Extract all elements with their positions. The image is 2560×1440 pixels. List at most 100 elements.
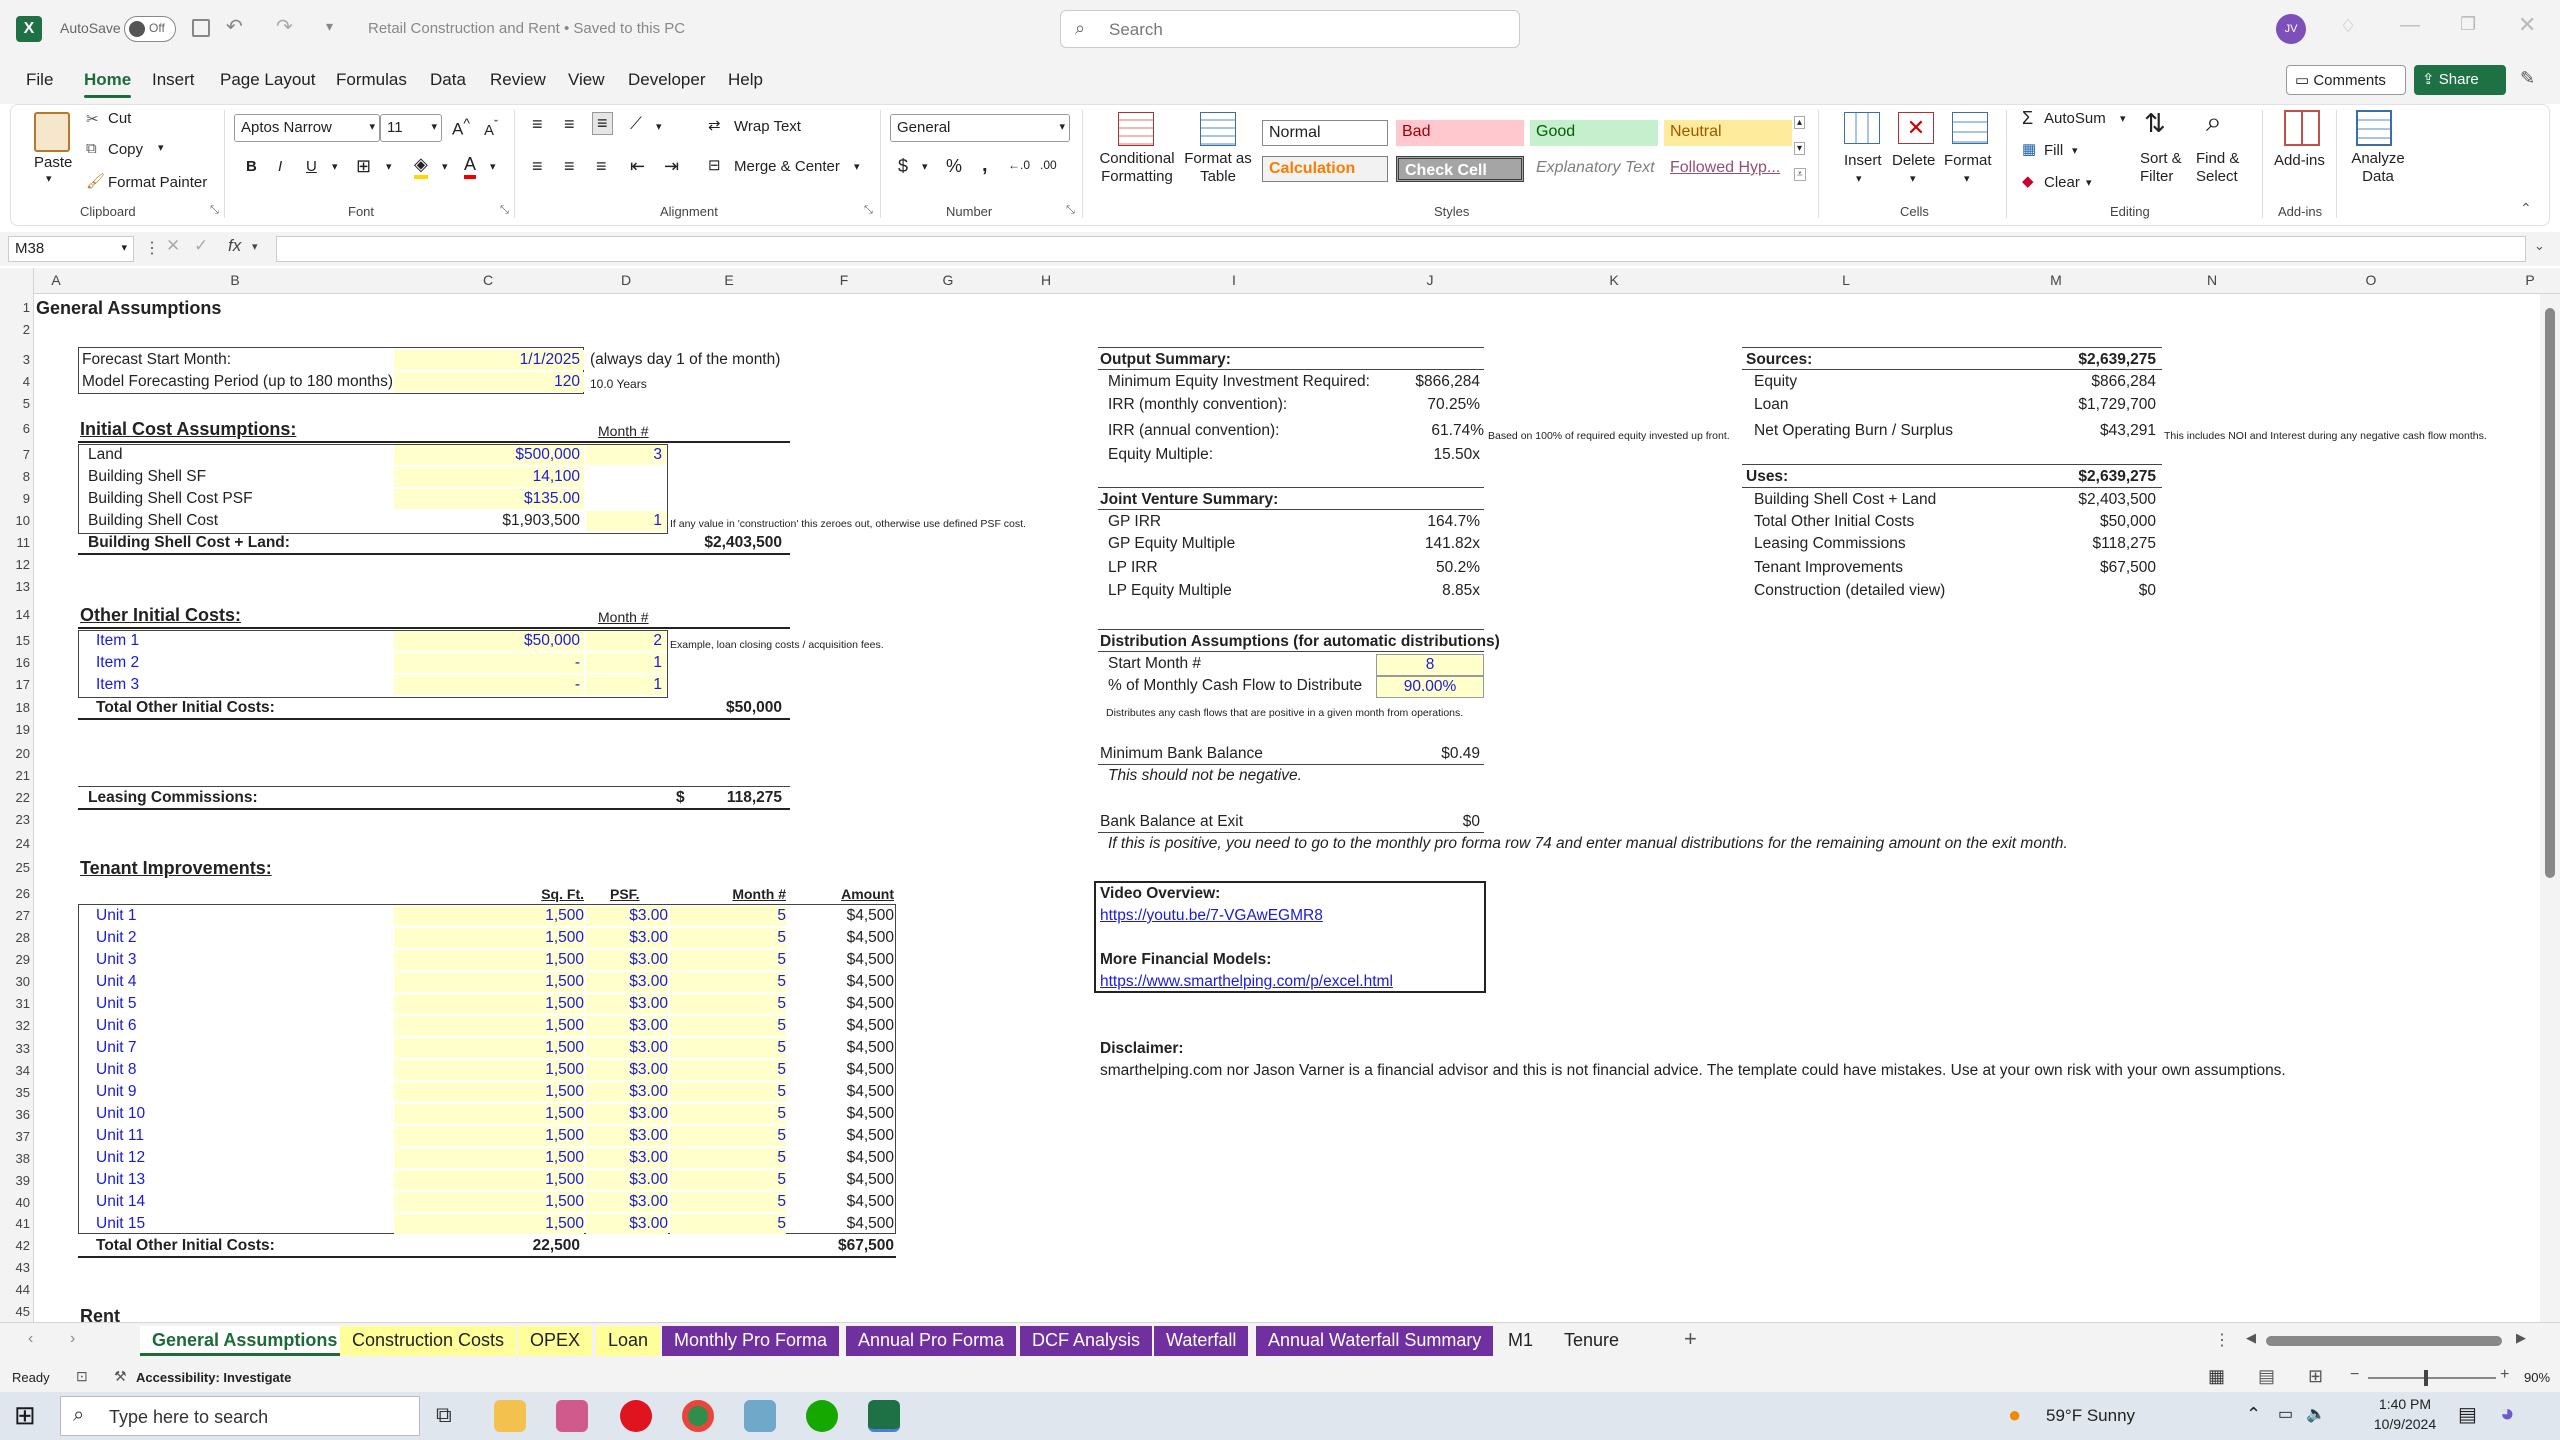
ti-unit-month[interactable]: 5 xyxy=(670,1038,786,1058)
zoom-out-icon[interactable]: − xyxy=(2350,1366,2359,1384)
zoom-slider[interactable] xyxy=(2368,1370,2496,1386)
ti-unit-psf[interactable]: $3.00 xyxy=(586,1126,668,1146)
land-month-input[interactable]: 3 xyxy=(586,445,666,465)
tab-monthly-pro-forma[interactable]: Monthly Pro Forma xyxy=(662,1326,840,1356)
ti-unit-sf[interactable]: 1,500 xyxy=(394,994,584,1014)
da-start-input[interactable]: 8 xyxy=(1376,654,1484,676)
da-pct-input[interactable]: 90.00% xyxy=(1376,676,1484,698)
bs-sf-input[interactable]: 14,100 xyxy=(394,467,584,487)
ti-unit-sf[interactable]: 1,500 xyxy=(394,1082,584,1102)
ti-unit-month[interactable]: 5 xyxy=(670,1060,786,1080)
ti-unit-psf[interactable]: $3.00 xyxy=(586,1214,668,1234)
ti-unit-sf[interactable]: 1,500 xyxy=(394,928,584,948)
copilot-icon[interactable]: ◕ xyxy=(2500,1400,2515,1428)
accessibility-status[interactable]: Accessibility: Investigate xyxy=(136,1370,291,1385)
windows-start-icon[interactable]: ⊞ xyxy=(14,1400,36,1431)
ti-unit-sf[interactable]: 1,500 xyxy=(394,1214,584,1234)
tab-tenure[interactable]: Tenure xyxy=(1552,1326,1631,1356)
ti-unit-month[interactable]: 5 xyxy=(670,1082,786,1102)
tab-dcf-analysis[interactable]: DCF Analysis xyxy=(1020,1326,1153,1356)
ti-unit-month[interactable]: 5 xyxy=(670,1126,786,1146)
chrome-icon[interactable] xyxy=(682,1400,714,1432)
prev-sheet-icon[interactable]: ‹ xyxy=(28,1330,33,1348)
ti-unit-psf[interactable]: $3.00 xyxy=(586,994,668,1014)
network-icon[interactable]: ▭ xyxy=(2278,1404,2293,1424)
tab-annual-waterfall-summary[interactable]: Annual Waterfall Summary xyxy=(1256,1326,1494,1356)
add-sheet-icon[interactable]: + xyxy=(1684,1326,1697,1352)
video-link[interactable]: https://youtu.be/7-VGAwEGMR8 xyxy=(1100,906,1323,926)
upwork-icon[interactable] xyxy=(806,1400,838,1432)
ti-unit-psf[interactable]: $3.00 xyxy=(586,928,668,948)
ti-unit-psf[interactable]: $3.00 xyxy=(586,1170,668,1190)
ti-unit-psf[interactable]: $3.00 xyxy=(586,950,668,970)
normal-view-icon[interactable]: ▦ xyxy=(2208,1366,2225,1387)
forecast-start-input[interactable]: 1/1/2025 xyxy=(394,350,584,370)
ti-unit-psf[interactable]: $3.00 xyxy=(586,972,668,992)
zoom-slider-thumb[interactable] xyxy=(2424,1370,2428,1386)
oic-item-value[interactable]: - xyxy=(394,675,584,695)
oic-item-value[interactable]: $50,000 xyxy=(394,631,584,651)
horizontal-scroll-thumb[interactable] xyxy=(2266,1336,2502,1346)
ti-unit-sf[interactable]: 1,500 xyxy=(394,1038,584,1058)
tab-m1[interactable]: M1 xyxy=(1496,1326,1545,1356)
ti-unit-sf[interactable]: 1,500 xyxy=(394,1060,584,1080)
ti-unit-month[interactable]: 5 xyxy=(670,928,786,948)
weather-text[interactable]: 59°F Sunny xyxy=(2046,1406,2135,1426)
zoom-level[interactable]: 90% xyxy=(2524,1370,2550,1385)
ti-unit-psf[interactable]: $3.00 xyxy=(586,1148,668,1168)
ti-unit-psf[interactable]: $3.00 xyxy=(586,1038,668,1058)
file-explorer-icon[interactable] xyxy=(494,1400,526,1432)
ti-unit-sf[interactable]: 1,500 xyxy=(394,1104,584,1124)
tabs-more-icon[interactable]: ⋮ xyxy=(2214,1330,2230,1350)
macro-recorder-icon[interactable]: ⊡ xyxy=(76,1368,88,1385)
oic-item-value[interactable]: - xyxy=(394,653,584,673)
tab-construction-costs[interactable]: Construction Costs xyxy=(340,1326,517,1356)
horizontal-scrollbar[interactable]: ◀ ▶ xyxy=(2246,1330,2526,1352)
ti-unit-month[interactable]: 5 xyxy=(670,1148,786,1168)
bs-psf-input[interactable]: $135.00 xyxy=(394,489,584,509)
ti-unit-sf[interactable]: 1,500 xyxy=(394,906,584,926)
tab-annual-pro-forma[interactable]: Annual Pro Forma xyxy=(846,1326,1017,1356)
tab-loan[interactable]: Loan xyxy=(596,1326,661,1356)
vertical-scroll-thumb[interactable] xyxy=(2545,308,2555,878)
opera-icon[interactable] xyxy=(620,1400,652,1432)
ti-unit-month[interactable]: 5 xyxy=(670,1104,786,1124)
tray-chevron-icon[interactable]: ⌃ xyxy=(2246,1404,2261,1425)
ti-unit-sf[interactable]: 1,500 xyxy=(394,1126,584,1146)
ti-unit-sf[interactable]: 1,500 xyxy=(394,972,584,992)
more-models-link[interactable]: https://www.smarthelping.com/p/excel.htm… xyxy=(1100,972,1393,992)
scroll-left-icon[interactable]: ◀ xyxy=(2246,1330,2256,1346)
ti-unit-sf[interactable]: 1,500 xyxy=(394,1192,584,1212)
tab-opex[interactable]: OPEX xyxy=(518,1326,593,1356)
page-break-view-icon[interactable]: ⊞ xyxy=(2308,1366,2323,1387)
vertical-scrollbar[interactable] xyxy=(2540,294,2560,1322)
ti-unit-month[interactable]: 5 xyxy=(670,1016,786,1036)
app-icon[interactable] xyxy=(744,1400,776,1432)
land-input[interactable]: $500,000 xyxy=(394,445,584,465)
oic-item-month[interactable]: 1 xyxy=(586,653,666,673)
zoom-in-icon[interactable]: + xyxy=(2500,1366,2509,1384)
ti-unit-psf[interactable]: $3.00 xyxy=(586,1192,668,1212)
volume-icon[interactable]: 🔈 xyxy=(2306,1404,2326,1424)
ti-unit-sf[interactable]: 1,500 xyxy=(394,1016,584,1036)
tab-general-assumptions[interactable]: General Assumptions xyxy=(140,1326,350,1356)
ti-unit-month[interactable]: 5 xyxy=(670,972,786,992)
clock-time[interactable]: 1:40 PM xyxy=(2370,1396,2440,1412)
clock-date[interactable]: 10/9/2024 xyxy=(2362,1416,2448,1432)
oic-item-month[interactable]: 2 xyxy=(586,631,666,651)
ti-unit-sf[interactable]: 1,500 xyxy=(394,950,584,970)
taskbar-search[interactable]: ⌕ Type here to search xyxy=(60,1396,420,1436)
period-input[interactable]: 120 xyxy=(394,372,584,392)
ti-unit-month[interactable]: 5 xyxy=(670,994,786,1014)
ti-unit-sf[interactable]: 1,500 xyxy=(394,1170,584,1190)
tab-waterfall[interactable]: Waterfall xyxy=(1154,1326,1249,1356)
ti-unit-psf[interactable]: $3.00 xyxy=(586,906,668,926)
oic-item-month[interactable]: 1 xyxy=(586,675,666,695)
ti-unit-month[interactable]: 5 xyxy=(670,906,786,926)
task-view-icon[interactable]: ⧉ xyxy=(436,1402,452,1428)
ti-unit-psf[interactable]: $3.00 xyxy=(586,1016,668,1036)
page-layout-view-icon[interactable]: ▤ xyxy=(2258,1366,2275,1387)
ti-unit-psf[interactable]: $3.00 xyxy=(586,1060,668,1080)
ti-unit-sf[interactable]: 1,500 xyxy=(394,1148,584,1168)
bs-cost-month-input[interactable]: 1 xyxy=(586,511,666,531)
